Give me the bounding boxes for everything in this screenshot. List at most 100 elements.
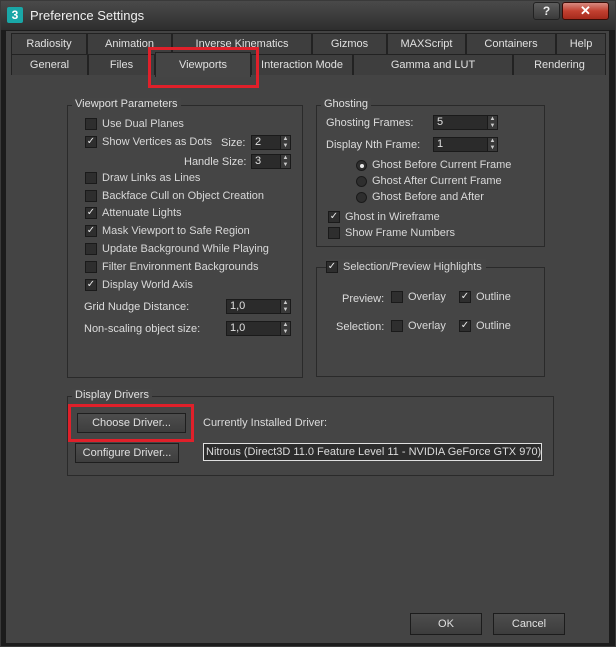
checkbox-label: Overlay bbox=[408, 291, 446, 303]
display-world-axis-checkbox[interactable]: ✓ Display World Axis bbox=[85, 277, 193, 293]
tab-files[interactable]: Files bbox=[88, 54, 155, 75]
tab-interaction-mode[interactable]: Interaction Mode bbox=[251, 54, 353, 75]
ghost-before-radio[interactable]: Ghost Before Current Frame bbox=[356, 157, 511, 173]
filter-env-checkbox[interactable]: Filter Environment Backgrounds bbox=[85, 259, 259, 275]
checkbox-box[interactable] bbox=[85, 118, 97, 130]
tab-containers[interactable]: Containers bbox=[466, 33, 556, 54]
group-title: Ghosting bbox=[321, 98, 372, 110]
installed-driver-label: Currently Installed Driver: bbox=[203, 417, 328, 429]
checkbox-label: Show Frame Numbers bbox=[345, 227, 456, 239]
checkbox-box[interactable] bbox=[85, 243, 97, 255]
checkmark-icon[interactable]: ✓ bbox=[328, 211, 340, 223]
radio-selected-icon[interactable] bbox=[356, 159, 367, 171]
tab-gizmos[interactable]: Gizmos bbox=[312, 33, 387, 54]
handle-size-spinner[interactable]: 3 ▲ ▼ bbox=[251, 154, 291, 169]
grid-nudge-value[interactable]: 1,0 bbox=[226, 299, 281, 314]
display-nth-frame-value[interactable]: 1 bbox=[433, 137, 488, 152]
spinner-down-icon[interactable]: ▼ bbox=[281, 143, 290, 150]
tab-gamma-and-lut[interactable]: Gamma and LUT bbox=[353, 54, 513, 75]
spinner-down-icon[interactable]: ▼ bbox=[281, 307, 290, 314]
checkmark-icon[interactable]: ✓ bbox=[459, 320, 471, 332]
attenuate-lights-checkbox[interactable]: ✓ Attenuate Lights bbox=[85, 205, 182, 221]
checkbox-label: Show Vertices as Dots bbox=[102, 136, 213, 148]
preview-outline-checkbox[interactable]: ✓ Outline bbox=[459, 289, 511, 305]
tab-rendering[interactable]: Rendering bbox=[513, 54, 606, 75]
draw-links-checkbox[interactable]: Draw Links as Lines bbox=[85, 170, 200, 186]
selection-label: Selection: bbox=[336, 321, 385, 333]
spinner-down-icon[interactable]: ▼ bbox=[488, 123, 497, 130]
checkmark-icon[interactable]: ✓ bbox=[85, 207, 97, 219]
tab-general[interactable]: General bbox=[11, 54, 88, 75]
ghost-before-after-radio[interactable]: Ghost Before and After bbox=[356, 189, 484, 205]
size-label: Size: bbox=[221, 137, 246, 149]
checkbox-box[interactable] bbox=[85, 172, 97, 184]
ghost-after-radio[interactable]: Ghost After Current Frame bbox=[356, 173, 502, 189]
spinner-down-icon[interactable]: ▼ bbox=[281, 162, 290, 169]
mask-viewport-checkbox[interactable]: ✓ Mask Viewport to Safe Region bbox=[85, 223, 250, 239]
tab-animation[interactable]: Animation bbox=[87, 33, 172, 54]
help-button[interactable]: ? bbox=[533, 2, 560, 20]
radio-label: Ghost Before and After bbox=[372, 191, 484, 203]
configure-driver-button[interactable]: Configure Driver... bbox=[75, 443, 179, 463]
spinner-down-icon[interactable]: ▼ bbox=[488, 145, 497, 152]
checkbox-label: Mask Viewport to Safe Region bbox=[102, 225, 250, 237]
checkbox-label: Outline bbox=[476, 291, 511, 303]
ghosting-frames-label: Ghosting Frames: bbox=[326, 117, 414, 129]
checkbox-label: Attenuate Lights bbox=[102, 207, 182, 219]
update-background-checkbox[interactable]: Update Background While Playing bbox=[85, 241, 269, 257]
tab-help[interactable]: Help bbox=[556, 33, 606, 54]
checkbox-label: Display World Axis bbox=[102, 279, 193, 291]
highlights-checkbox[interactable]: ✓ Selection/Preview Highlights bbox=[326, 259, 486, 275]
display-nth-frame-spinner[interactable]: 1 ▲ ▼ bbox=[433, 137, 498, 152]
ghost-wireframe-checkbox[interactable]: ✓ Ghost in Wireframe bbox=[328, 209, 440, 225]
checkbox-box[interactable] bbox=[391, 291, 403, 303]
checkmark-icon[interactable]: ✓ bbox=[459, 291, 471, 303]
selection-overlay-checkbox[interactable]: Overlay bbox=[391, 318, 446, 334]
radio-icon[interactable] bbox=[356, 175, 367, 187]
non-scaling-spinner[interactable]: 1,0 ▲ ▼ bbox=[226, 321, 291, 336]
checkmark-icon[interactable]: ✓ bbox=[326, 261, 338, 273]
tab-maxscript[interactable]: MAXScript bbox=[387, 33, 466, 54]
group-title: Viewport Parameters bbox=[72, 98, 181, 110]
preview-label: Preview: bbox=[342, 293, 385, 305]
preference-settings-window: 3 Preference Settings ? ✕ Radiosity Anim… bbox=[0, 0, 616, 647]
show-frame-numbers-checkbox[interactable]: Show Frame Numbers bbox=[328, 225, 455, 241]
size-spinner[interactable]: 2 ▲ ▼ bbox=[251, 135, 291, 150]
show-vertices-checkbox[interactable]: ✓ Show Vertices as Dots bbox=[85, 134, 212, 150]
ok-button[interactable]: OK bbox=[410, 613, 482, 635]
checkbox-label: Backface Cull on Object Creation bbox=[102, 190, 265, 202]
checkmark-icon[interactable]: ✓ bbox=[85, 225, 97, 237]
tab-viewports[interactable]: Viewports bbox=[155, 52, 251, 77]
title-bar[interactable]: 3 Preference Settings ? ✕ bbox=[1, 1, 615, 30]
checkmark-icon[interactable]: ✓ bbox=[85, 279, 97, 291]
installed-driver-field: Nitrous (Direct3D 11.0 Feature Level 11 … bbox=[203, 443, 542, 461]
size-value[interactable]: 2 bbox=[251, 135, 281, 150]
checkbox-label: Outline bbox=[476, 320, 511, 332]
preview-overlay-checkbox[interactable]: Overlay bbox=[391, 289, 446, 305]
checkbox-box[interactable] bbox=[391, 320, 403, 332]
checkbox-box[interactable] bbox=[85, 261, 97, 273]
spinner-down-icon[interactable]: ▼ bbox=[281, 329, 290, 336]
ghosting-frames-value[interactable]: 5 bbox=[433, 115, 488, 130]
radio-icon[interactable] bbox=[356, 191, 367, 203]
selection-outline-checkbox[interactable]: ✓ Outline bbox=[459, 318, 511, 334]
non-scaling-value[interactable]: 1,0 bbox=[226, 321, 281, 336]
checkbox-box[interactable] bbox=[328, 227, 340, 239]
cancel-button[interactable]: Cancel bbox=[493, 613, 565, 635]
non-scaling-label: Non-scaling object size: bbox=[84, 323, 201, 335]
tab-radiosity[interactable]: Radiosity bbox=[11, 33, 87, 54]
checkbox-label: Draw Links as Lines bbox=[102, 172, 201, 184]
choose-driver-button[interactable]: Choose Driver... bbox=[77, 413, 186, 433]
checkbox-label: Filter Environment Backgrounds bbox=[102, 261, 259, 273]
checkbox-label: Update Background While Playing bbox=[102, 243, 269, 255]
tab-inverse-kinematics[interactable]: Inverse Kinematics bbox=[172, 33, 312, 54]
ghosting-frames-spinner[interactable]: 5 ▲ ▼ bbox=[433, 115, 498, 130]
grid-nudge-label: Grid Nudge Distance: bbox=[84, 301, 190, 313]
backface-cull-checkbox[interactable]: Backface Cull on Object Creation bbox=[85, 188, 264, 204]
close-button[interactable]: ✕ bbox=[562, 2, 609, 20]
use-dual-planes-checkbox[interactable]: Use Dual Planes bbox=[85, 116, 184, 132]
handle-size-value[interactable]: 3 bbox=[251, 154, 281, 169]
checkbox-box[interactable] bbox=[85, 190, 97, 202]
grid-nudge-spinner[interactable]: 1,0 ▲ ▼ bbox=[226, 299, 291, 314]
checkmark-icon[interactable]: ✓ bbox=[85, 136, 97, 148]
